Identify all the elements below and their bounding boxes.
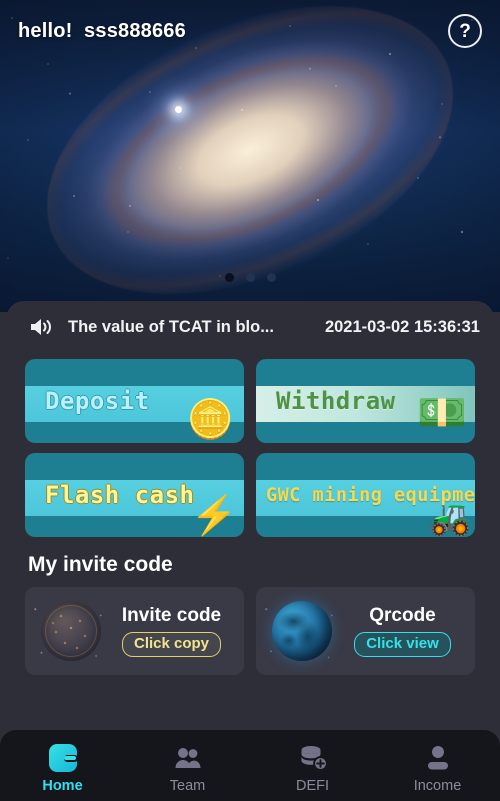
tab-team-label: Team (169, 777, 206, 794)
people-icon (172, 742, 204, 774)
invite-code-card[interactable]: Invite code Click copy (25, 587, 244, 675)
invite-code-label: Invite code (121, 605, 222, 627)
flash-cash-button[interactable]: Flash cash ⚡ (25, 453, 244, 537)
announcement-timestamp: 2021-03-02 15:36:31 (324, 317, 480, 336)
tab-home[interactable]: Home (0, 730, 125, 801)
qrcode-body: Qrcode Click view (338, 605, 467, 657)
tab-income[interactable]: Income (375, 730, 500, 801)
withdraw-label: Withdraw (276, 387, 396, 415)
click-copy-button[interactable]: Click copy (121, 632, 222, 657)
greeting-text: hello! sss888666 (18, 19, 186, 42)
click-view-button[interactable]: Click view (354, 632, 451, 657)
action-grid: Deposit 🪙 Withdraw 💵 Flash cash ⚡ GWC mi… (6, 353, 494, 537)
gwc-mining-equipment-button[interactable]: GWC mining equipment 🚜 (256, 453, 475, 537)
globe-sparkles (260, 592, 338, 670)
invite-section-title: My invite code (28, 553, 173, 576)
invite-code-body: Invite code Click copy (107, 605, 236, 657)
person-icon (422, 742, 454, 774)
withdraw-button[interactable]: Withdraw 💵 (256, 359, 475, 443)
carousel-dots[interactable] (0, 273, 500, 282)
wallet-icon (47, 742, 79, 774)
qrcode-label: Qrcode (369, 605, 436, 627)
tab-income-label: Income (413, 777, 462, 794)
tab-home-label: Home (42, 777, 83, 794)
network-sphere-sparkles (29, 592, 107, 670)
carousel-dot-2[interactable] (245, 273, 255, 282)
carousel-dot-1[interactable] (224, 273, 234, 282)
coins-plus-icon (297, 742, 329, 774)
network-sphere-icon (29, 592, 107, 670)
tab-defi-label: DEFI (295, 777, 330, 794)
content-panel: The value of TCAT in blo... 2021-03-02 1… (6, 301, 494, 735)
tab-defi[interactable]: DEFI (250, 730, 375, 801)
help-icon-glyph: ? (459, 20, 471, 42)
app-header: hello! sss888666 ? (0, 0, 500, 62)
tab-team[interactable]: Team (125, 730, 250, 801)
flash-cash-label: Flash cash (45, 481, 195, 509)
deposit-button[interactable]: Deposit 🪙 (25, 359, 244, 443)
announcement-bar[interactable]: The value of TCAT in blo... 2021-03-02 1… (6, 301, 494, 353)
announcement-text: The value of TCAT in blo... (68, 317, 274, 336)
bottom-tab-bar: Home Team DEFI Income (0, 730, 500, 801)
speaker-icon (28, 316, 54, 338)
qrcode-card[interactable]: Qrcode Click view (256, 587, 475, 675)
help-icon[interactable]: ? (448, 14, 482, 48)
invite-grid: Invite code Click copy Qrcode Click view (6, 587, 494, 675)
deposit-label: Deposit (45, 387, 150, 415)
globe-icon (260, 592, 338, 670)
gwc-label: GWC mining equipment (266, 484, 475, 506)
carousel-dot-3[interactable] (266, 273, 276, 282)
app-screen: hello! sss888666 ? The value of TCAT in … (0, 0, 500, 801)
